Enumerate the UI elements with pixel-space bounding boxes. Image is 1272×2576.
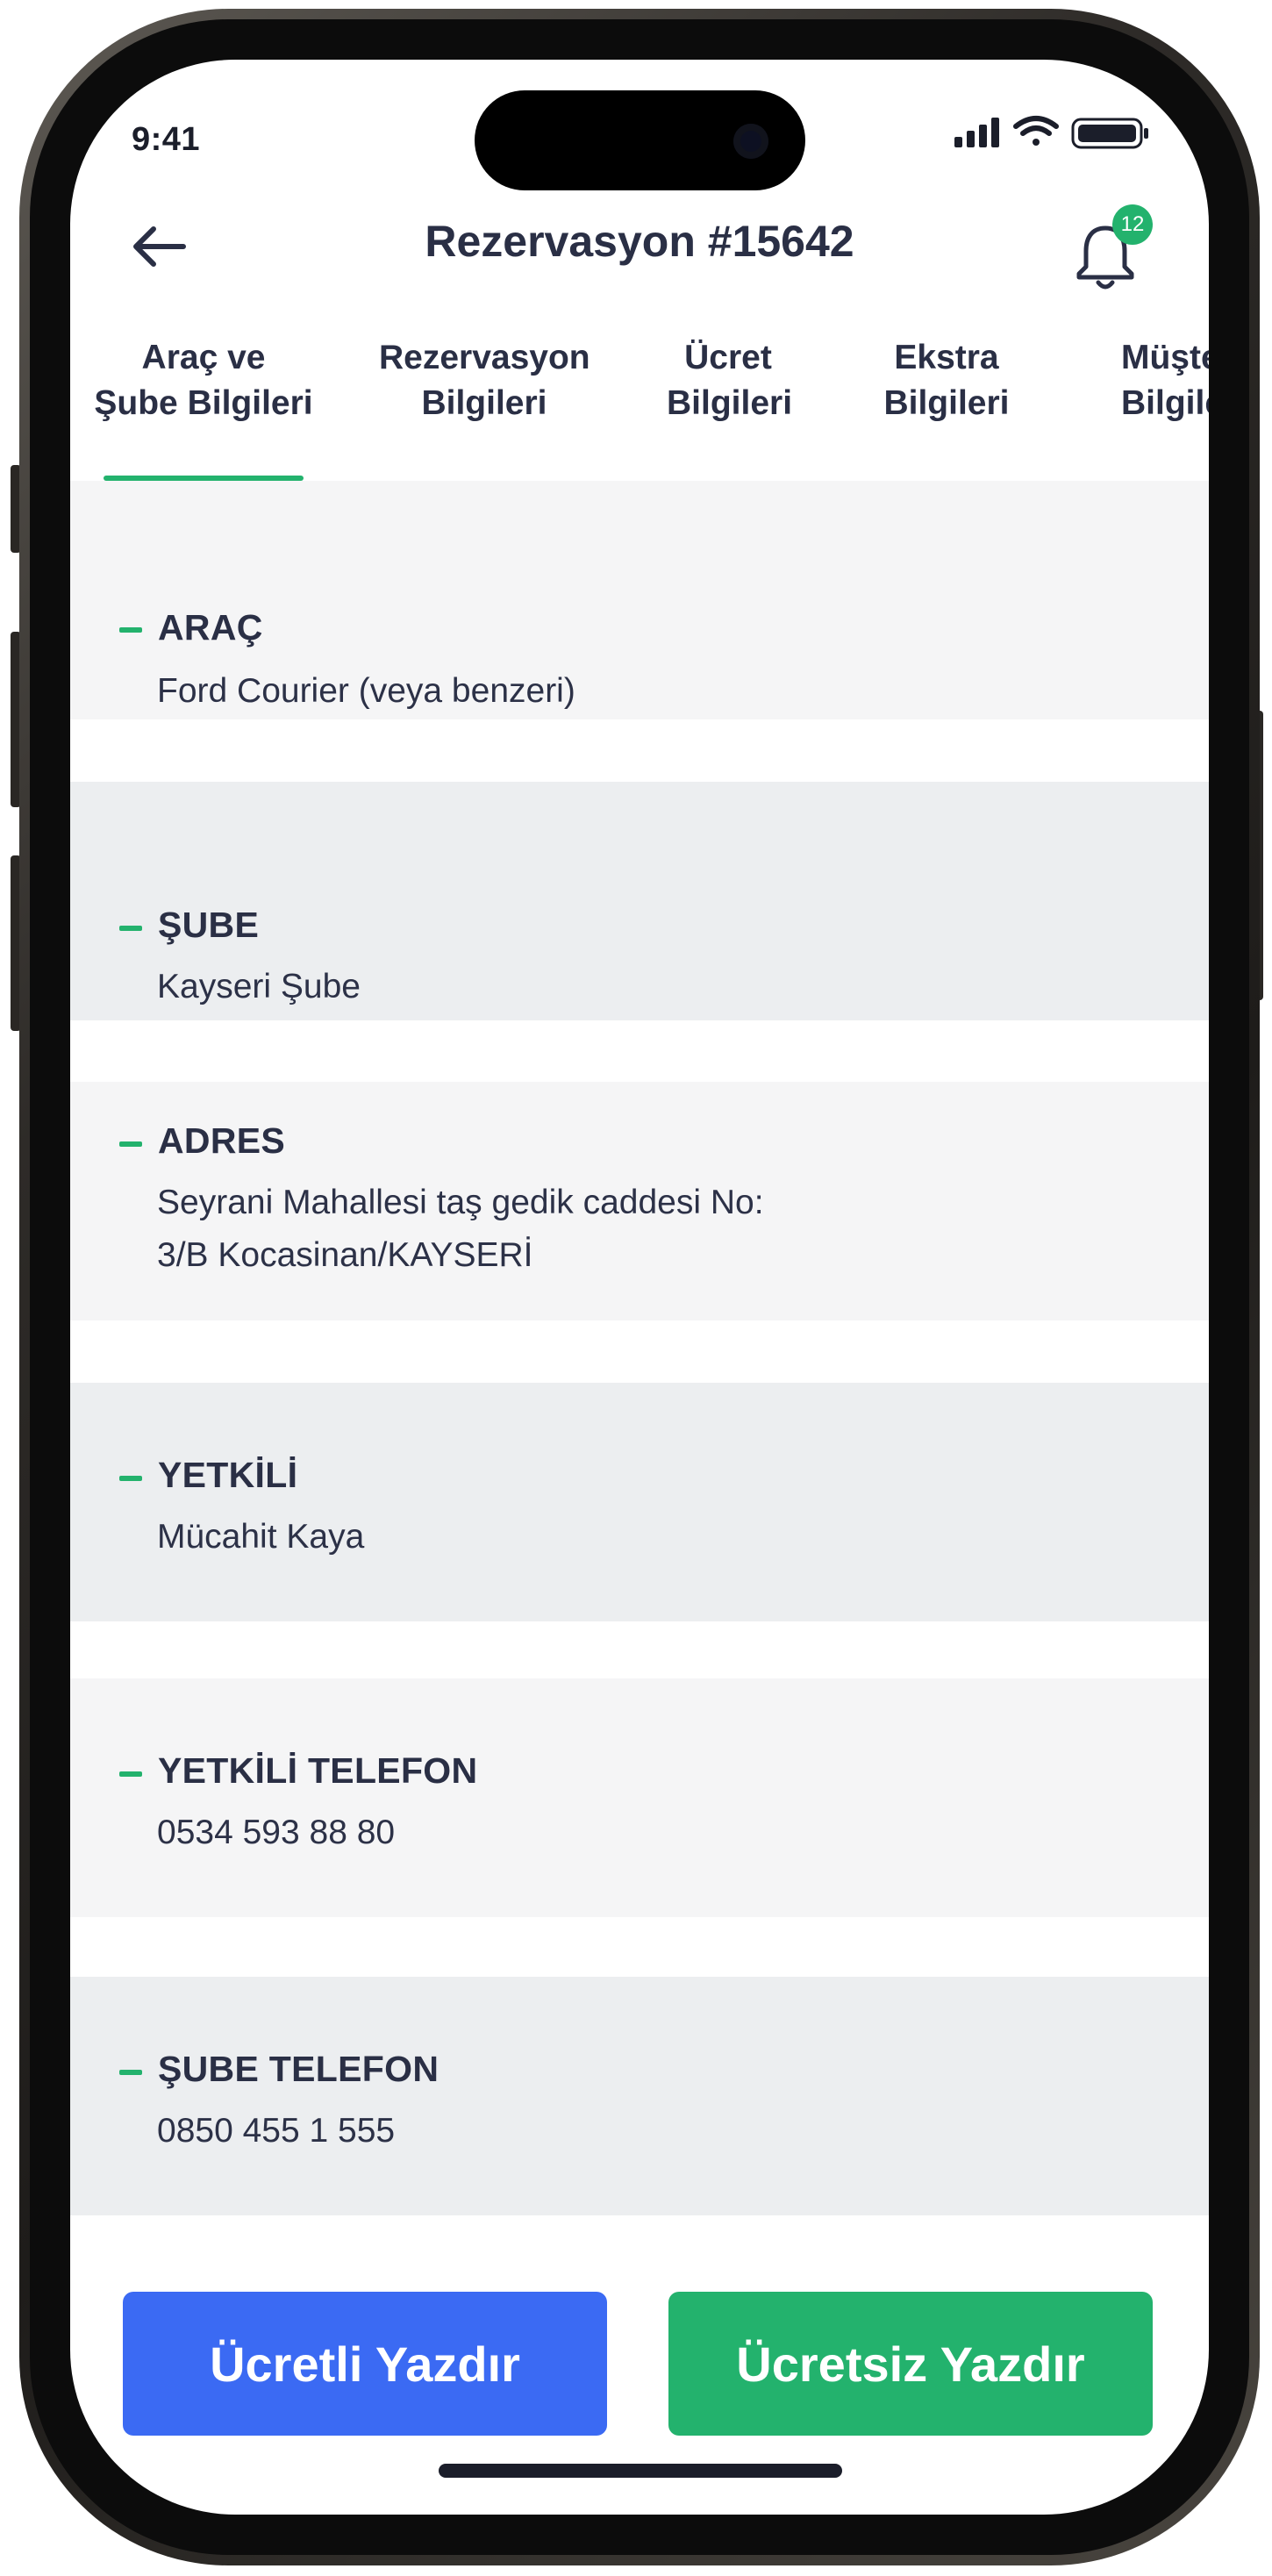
tab-label-line2: Bilgileri <box>883 384 1010 422</box>
section-label: ŞUBE <box>158 905 260 945</box>
tab-label-line1: Araç ve <box>141 339 266 376</box>
notification-badge: 12 <box>1112 204 1153 245</box>
section-value: Seyrani Mahallesi taş gedik caddesi No: … <box>157 1177 947 1282</box>
section-branch-phone: ŞUBE TELEFON 0850 455 1 555 <box>70 1977 1209 2215</box>
section-value: Kayseri Şube <box>157 968 361 1005</box>
section-label: ADRES <box>158 1120 286 1161</box>
page-title: Rezervasyon #15642 <box>425 217 854 266</box>
address-line-2: 3/B Kocasinan/KAYSERİ <box>157 1236 533 1274</box>
tab-bar: Araç ve Şube Bilgileri Rezervasyon Bilgi… <box>70 323 1209 479</box>
tab-extras[interactable]: Ekstra Bilgileri <box>882 335 1011 426</box>
section-label: ARAÇ <box>158 607 263 648</box>
section-marker <box>119 2070 142 2075</box>
tab-customer[interactable]: Müşteri Bilgileri <box>1121 335 1209 426</box>
tab-label-line2: Bilgileri <box>421 384 547 422</box>
tab-label-line2: Bilgileri <box>667 384 793 422</box>
section-value: 0534 593 88 80 <box>157 1814 396 1851</box>
tab-label-line1: Rezervasyon <box>379 339 590 376</box>
section-marker <box>119 1141 142 1147</box>
tab-label-line1: Müşteri <box>1121 339 1209 376</box>
cellular-signal-icon <box>954 118 999 147</box>
tab-vehicle-branch[interactable]: Araç ve Şube Bilgileri <box>86 335 321 426</box>
section-label: ŞUBE TELEFON <box>158 2049 439 2089</box>
home-indicator[interactable] <box>439 2464 842 2478</box>
address-line-1: Seyrani Mahallesi taş gedik caddesi No: <box>157 1184 764 1221</box>
tab-reservation[interactable]: Rezervasyon Bilgileri <box>379 335 590 426</box>
tab-label-line1: Ekstra <box>894 339 999 376</box>
dynamic-island <box>475 90 805 190</box>
paid-print-button[interactable]: Ücretli Yazdır <box>123 2292 607 2436</box>
status-icons <box>954 114 1165 157</box>
section-value: Mücahit Kaya <box>157 1518 365 1556</box>
section-label: YETKİLİ TELEFON <box>158 1750 478 1791</box>
battery-icon <box>1071 118 1148 149</box>
tab-price[interactable]: Ücret Bilgileri <box>667 335 793 426</box>
section-marker <box>119 1771 142 1777</box>
status-time: 9:41 <box>132 121 201 158</box>
wifi-icon <box>1013 116 1059 146</box>
tab-label-line1: Ücret <box>684 339 772 376</box>
section-branch: ŞUBE Kayseri Şube <box>70 782 1209 1020</box>
tab-label-line2: Bilgileri <box>1121 384 1209 422</box>
section-authorized-phone: YETKİLİ TELEFON 0534 593 88 80 <box>70 1678 1209 1917</box>
section-value: 0850 455 1 555 <box>157 2112 396 2150</box>
section-marker <box>119 627 142 633</box>
section-marker <box>119 1476 142 1481</box>
section-marker <box>119 926 142 931</box>
section-label: YETKİLİ <box>158 1455 298 1495</box>
screen: 9:41 Rezervasyon #15642 12 Araç ve Şube … <box>70 60 1209 2515</box>
section-authorized: YETKİLİ Mücahit Kaya <box>70 1383 1209 1621</box>
section-value: Ford Courier (veya benzeri) <box>157 672 575 710</box>
camera-icon <box>733 124 768 159</box>
tab-label-line2: Şube Bilgileri <box>94 384 313 422</box>
section-address: ADRES Seyrani Mahallesi taş gedik caddes… <box>70 1082 1209 1320</box>
free-print-button[interactable]: Ücretsiz Yazdır <box>668 2292 1153 2436</box>
section-vehicle: ARAÇ Ford Courier (veya benzeri) <box>70 481 1209 719</box>
